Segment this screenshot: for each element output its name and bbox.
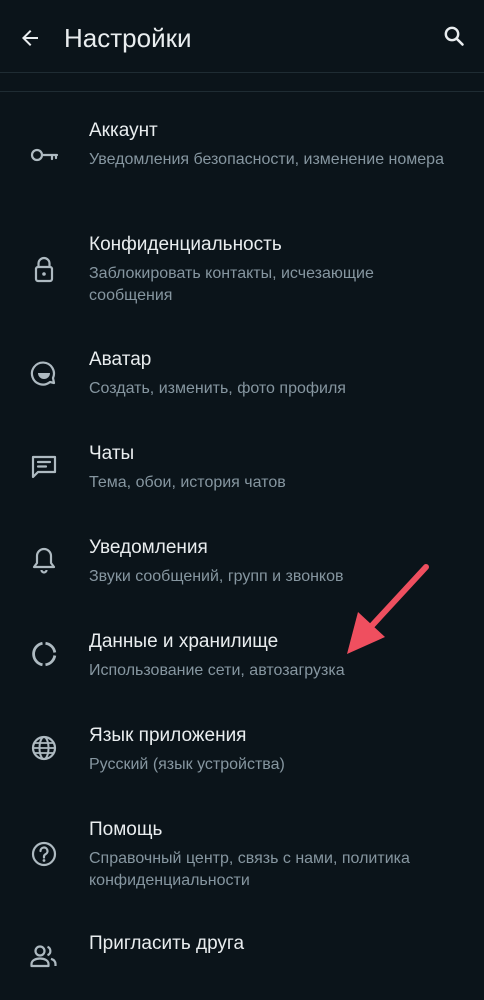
help-icon [28,838,60,870]
section-divider [0,91,484,92]
item-title: Чаты [89,443,135,464]
chat-icon [28,450,60,482]
page-title: Настройки [64,23,192,53]
app-bar: Настройки [0,0,484,76]
item-subtitle: Использование сети, автозагрузка [89,662,345,679]
settings-item-notifications[interactable]: Уведомления Звуки сообщений, групп и зво… [0,528,484,598]
item-title: Аккаунт [89,120,158,141]
item-subtitle: Уведомления безопасности, изменение номе… [89,151,444,168]
avatar-icon [28,356,60,388]
globe-icon [28,732,60,764]
item-title: Уведомления [89,537,208,558]
item-subtitle: Справочный центр, связь с нами, политика… [89,850,410,889]
item-title: Помощь [89,819,163,840]
item-title: Данные и хранилище [89,631,279,652]
settings-item-language[interactable]: Язык приложения Русский (язык устройства… [0,716,484,786]
settings-item-privacy[interactable]: Конфиденциальность Заблокировать контакт… [0,225,484,320]
item-title: Конфиденциальность [89,234,282,255]
settings-item-data-storage[interactable]: Данные и хранилище Использование сети, а… [0,622,484,692]
arrow-left-icon [22,30,38,46]
settings-item-avatar[interactable]: Аватар Создать, изменить, фото профиля [0,340,484,410]
item-title: Аватар [89,349,152,370]
header-divider [0,72,484,73]
bell-icon [28,544,60,576]
item-subtitle: Звуки сообщений, групп и звонков [89,568,344,585]
back-button[interactable] [10,18,50,58]
item-title: Язык приложения [89,725,247,746]
settings-item-account[interactable]: Аккаунт Уведомления безопасности, измене… [0,110,484,205]
people-icon [28,940,60,972]
search-button[interactable] [434,16,474,56]
key-icon [28,139,60,171]
settings-item-invite[interactable]: Пригласить друга [0,924,484,1000]
lock-icon [28,253,60,285]
search-icon [444,26,464,46]
item-subtitle: Русский (язык устройства) [89,756,285,773]
item-subtitle: Создать, изменить, фото профиля [89,380,346,397]
settings-item-chats[interactable]: Чаты Тема, обои, история чатов [0,434,484,504]
item-subtitle: Заблокировать контакты, исчезающие сообщ… [89,265,374,304]
item-subtitle: Тема, обои, история чатов [89,474,286,491]
item-title: Пригласить друга [89,933,245,954]
data-usage-icon [28,638,60,670]
settings-item-help[interactable]: Помощь Справочный центр, связь с нами, п… [0,810,484,905]
